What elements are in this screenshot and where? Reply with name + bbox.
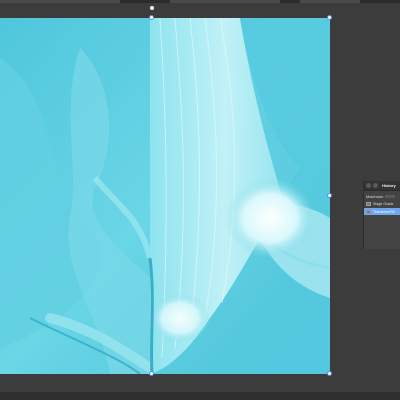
brush-field[interactable]	[385, 194, 396, 198]
transform-handle-bottom-right[interactable]	[327, 371, 332, 376]
collapse-icon[interactable]	[366, 183, 371, 188]
history-item-label: Stage Grade	[373, 201, 394, 206]
transform-handle-top[interactable]	[149, 15, 154, 20]
history-item-active[interactable]: Transform/Fill	[364, 208, 400, 215]
history-item-label: Transform/Fill	[373, 209, 395, 214]
snapshot-icon	[366, 201, 371, 206]
panel-header: History	[364, 181, 400, 191]
transform-handle-right[interactable]	[327, 193, 332, 198]
transform-handle-bottom[interactable]	[149, 371, 154, 376]
snapshot-icon	[366, 209, 371, 214]
history-panel: History Maximum Stage Grade Transform/Fi…	[363, 181, 400, 249]
image-layer[interactable]	[0, 18, 330, 374]
bottom-status-strip	[0, 392, 400, 400]
abstract-image	[0, 18, 330, 374]
panel-title: History	[382, 183, 396, 188]
rotate-handle[interactable]	[150, 6, 154, 10]
brush-row: Maximum	[364, 193, 400, 199]
transform-handle-top-right[interactable]	[327, 15, 332, 20]
brush-label: Maximum	[366, 193, 384, 199]
history-item[interactable]: Stage Grade	[364, 200, 400, 207]
close-icon[interactable]	[373, 183, 378, 188]
editor-window: History Maximum Stage Grade Transform/Fi…	[0, 0, 400, 400]
